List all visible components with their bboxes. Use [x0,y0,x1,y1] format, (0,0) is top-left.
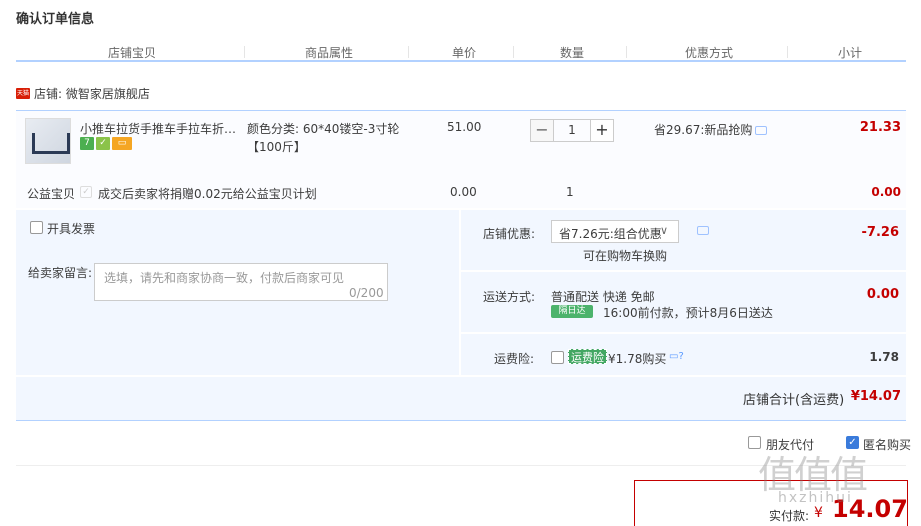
next-day-badge: 隔日达 [551,305,593,318]
col-discount: 优惠方式 [685,46,734,60]
insurance-label: 运费险: [494,352,535,366]
shipping-label: 运送方式: [483,290,536,304]
charity-price: 0.00 [450,185,477,199]
charity-subtotal: 0.00 [871,185,901,199]
invoice-checkbox[interactable] [30,221,43,234]
col-attributes: 商品属性 [305,46,354,60]
decrease-button[interactable]: − [530,119,554,142]
chevron-down-icon[interactable]: ∨ [660,224,668,237]
col-unit-price: 单价 [452,46,477,60]
shop-total-label: 店铺合计(含运费) [743,393,845,408]
shop-name[interactable]: 店铺: 微智家居旗舰店 [34,85,150,102]
chat-icon[interactable] [755,126,768,135]
item-subtotal: 21.33 [859,120,901,135]
insurance-tag: 运费险 [568,349,607,364]
product-thumbnail[interactable] [25,118,71,164]
promo-label: 省29.67:新品抢购 [654,123,753,137]
quantity-input[interactable]: 1 [554,119,590,142]
payment-label: 实付款: [769,509,810,523]
col-quantity: 数量 [560,46,585,60]
charity-label: 公益宝贝 [27,187,76,201]
invoice-label: 开具发票 [47,222,96,236]
shop-row: 天猫 店铺: 微智家居旗舰店 [16,84,150,102]
col-subtotal: 小计 [838,46,863,60]
divider [461,270,906,272]
message-placeholder: 选填，请先和商家协商一致，付款后商家可见 [104,271,345,285]
chat-icon[interactable] [697,226,709,235]
insurance-amount: 1.78 [869,350,899,364]
help-icon[interactable]: ▭? [669,351,684,362]
shop-total-value: ¥14.07 [850,389,901,404]
message-label: 给卖家留言: [28,266,93,280]
unit-price: 51.00 [447,120,482,134]
divider [461,332,906,334]
product-attributes: 颜色分类: 60*40镂空-3寸轮【100斤】 [247,122,400,154]
increase-button[interactable]: + [590,119,614,142]
insurance-price: ¥1.78购买 [608,352,667,366]
col-divider [513,46,514,58]
quantity-stepper: − 1 + [530,119,614,142]
col-divider [244,46,245,58]
anonymous-label: 匿名购买 [863,438,912,452]
col-divider [787,46,788,58]
shop-discount-label: 店铺优惠: [483,227,536,241]
order-table-header: 店铺宝贝 商品属性 单价 数量 优惠方式 小计 [16,42,906,62]
col-divider [408,46,409,58]
shipping-estimate: 16:00前付款，预计8月6日送达 [603,306,773,320]
card-icon[interactable]: ▭ [112,137,132,150]
promo-info: 省29.67:新品抢购 [654,121,768,138]
shipping-method: 普通配送 快递 免邮 [551,290,655,304]
page-title: 确认订单信息 [16,12,95,27]
watermark-text: hxzhihui [778,490,853,506]
shop-discount-note: 可在购物车换购 [583,249,668,263]
tmall-icon: 天猫 [16,87,30,99]
col-shop-item: 店铺宝贝 [108,46,157,60]
shop-discount-amount: -7.26 [861,225,899,240]
service-badges: 7 ✓ ▭ [80,137,132,150]
guarantee-icon[interactable]: ✓ [96,137,110,150]
shipping-amount: 0.00 [866,287,899,302]
charity-text: 成交后卖家将捐赠0.02元给公益宝贝计划 [98,187,317,201]
seven-day-return-icon[interactable]: 7 [80,137,94,150]
col-divider [626,46,627,58]
charity-qty: 1 [566,185,574,199]
insurance-checkbox[interactable] [551,351,564,364]
message-counter: 0/200 [349,286,384,300]
charity-checkbox: ✓ [80,186,92,198]
payment-currency: ¥ [814,505,823,521]
product-name[interactable]: 小推车拉货手推车手拉车折叠轻... [80,120,242,137]
